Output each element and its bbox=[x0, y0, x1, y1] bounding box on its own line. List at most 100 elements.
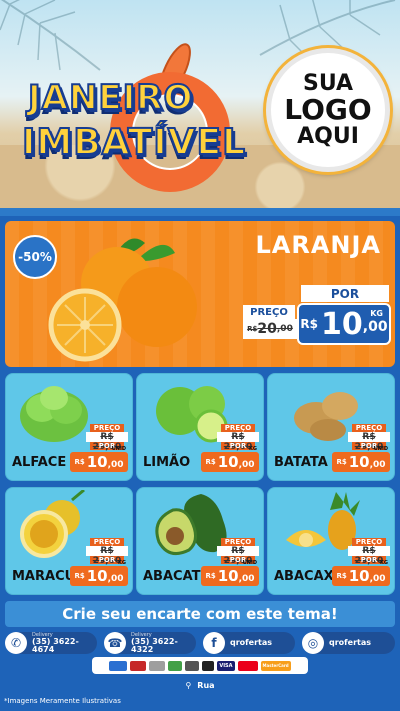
price-int: 10 bbox=[348, 567, 370, 585]
contact-label: Delivery bbox=[131, 631, 152, 638]
title-line-2: IMBATÍVEL bbox=[21, 121, 247, 164]
orange-fruit-icon bbox=[48, 238, 197, 362]
product-card-abacaxi[interactable]: PREÇO R$ 20,00 POR ABACAXI R$ 10 ,00 KG bbox=[267, 487, 395, 595]
card-icon bbox=[168, 660, 183, 671]
preco-label: PREÇO bbox=[243, 305, 295, 319]
price-currency: R$ bbox=[74, 572, 85, 580]
old-price: R$ 20,00 bbox=[86, 546, 128, 566]
lettuce-icon bbox=[20, 386, 88, 442]
hero-product-name: LARANJA bbox=[255, 231, 381, 259]
price-currency: R$ bbox=[336, 458, 347, 466]
title-line-1: JANEIRO bbox=[27, 77, 194, 119]
product-card-alface[interactable]: PREÇO R$ 20,00 POR ALFACE R$ 10 ,00 UNID bbox=[5, 373, 133, 481]
price-unit: KG bbox=[249, 446, 257, 452]
old-price: R$ 20,00 bbox=[348, 432, 390, 452]
phone-icon: ☎ bbox=[104, 632, 126, 654]
old-price: R$ 20 ,00 bbox=[243, 319, 297, 339]
contact-label: Delivery bbox=[32, 631, 53, 638]
price-unit: KG bbox=[370, 309, 383, 318]
hero-product-card[interactable]: -50% LARANJA POR PREÇO R$ 20 ,00 R$ 10 ,… bbox=[5, 221, 395, 367]
price-int: 10 bbox=[86, 453, 108, 471]
location-pin-icon: ⚲ bbox=[185, 680, 192, 690]
price-currency: R$ bbox=[74, 458, 85, 466]
old-price: R$ 20,00 bbox=[217, 432, 259, 452]
price-dec: ,00 bbox=[369, 574, 386, 584]
facebook-handle: qrofertas bbox=[230, 638, 273, 647]
price-dec: ,00 bbox=[238, 460, 255, 470]
new-price-int: 10 bbox=[321, 306, 363, 342]
preco-label: PREÇO bbox=[90, 538, 124, 546]
phone-contact[interactable]: ☎ Delivery (35) 3622-4322 bbox=[104, 632, 196, 654]
address: ⚲ Rua bbox=[150, 678, 250, 692]
header-divider bbox=[0, 208, 400, 216]
mastercard-label: MasterCard bbox=[260, 660, 291, 671]
preco-label: PREÇO bbox=[221, 538, 255, 546]
price-int: 10 bbox=[217, 453, 239, 471]
price-dec: ,00 bbox=[107, 574, 124, 584]
new-price: R$ 10 ,00 KG bbox=[332, 560, 390, 586]
mastercard-icon bbox=[237, 660, 258, 671]
product-card-limao[interactable]: PREÇO R$ 20,00 POR LIMÃO R$ 10 ,00 KG bbox=[136, 373, 264, 481]
palm-leaf-icon bbox=[0, 0, 101, 71]
price-int: 10 bbox=[217, 567, 239, 585]
preco-label: PREÇO bbox=[221, 424, 255, 432]
card-icon bbox=[130, 660, 147, 671]
product-card-batata[interactable]: PREÇO R$ 20,00 POR BATATA R$ 10 ,00 UNID bbox=[267, 373, 395, 481]
price-currency: R$ bbox=[205, 458, 216, 466]
card-icon bbox=[202, 660, 215, 671]
product-name: ABACATE bbox=[143, 569, 210, 584]
preco-label: PREÇO bbox=[90, 424, 124, 432]
old-price-currency: R$ bbox=[247, 325, 258, 333]
whatsapp-contact[interactable]: ✆ Delivery (35) 3622-4674 bbox=[5, 632, 97, 654]
price-currency: R$ bbox=[336, 572, 347, 580]
product-card-maracuja[interactable]: PREÇO R$ 20,00 POR MARACUJÁ R$ 10 ,00 KG bbox=[5, 487, 133, 595]
logo-line-2: LOGO bbox=[284, 93, 372, 127]
logo-line-3: AQUI bbox=[297, 123, 359, 149]
preco-label: PREÇO bbox=[352, 424, 386, 432]
new-price-currency: R$ bbox=[300, 317, 319, 331]
facebook-contact[interactable]: f qrofertas bbox=[203, 632, 295, 654]
old-price-int: 20 bbox=[257, 321, 277, 337]
cta-banner[interactable]: Crie seu encarte com este tema! bbox=[5, 601, 395, 627]
payment-methods: VISA MasterCard bbox=[92, 657, 308, 674]
product-card-abacate[interactable]: PREÇO R$ 20,00 POR ABACATE R$ 10 ,00 UNI… bbox=[136, 487, 264, 595]
old-price: R$ 20,00 bbox=[86, 432, 128, 452]
whatsapp-icon: ✆ bbox=[5, 632, 27, 654]
address-text: Rua bbox=[197, 680, 215, 690]
old-price-dec: ,00 bbox=[276, 324, 293, 334]
card-icon bbox=[185, 660, 200, 671]
instagram-handle: qrofertas bbox=[329, 638, 372, 647]
product-name: LIMÃO bbox=[143, 455, 191, 470]
facebook-icon: f bbox=[203, 632, 225, 654]
price-unit: UNID bbox=[111, 446, 126, 452]
logo-placeholder: SUA LOGO AQUI bbox=[266, 48, 390, 172]
instagram-contact[interactable]: ◎ qrofertas bbox=[302, 632, 395, 654]
new-price: R$ 10 ,00 UNID bbox=[332, 446, 390, 472]
old-price: R$ 20,00 bbox=[217, 546, 259, 566]
card-icon bbox=[109, 660, 128, 671]
price-dec: ,00 bbox=[238, 574, 255, 584]
price-unit: KG bbox=[380, 560, 388, 566]
price-unit: KG bbox=[118, 560, 126, 566]
price-unit: UNID bbox=[373, 446, 388, 452]
new-price: R$ 10 ,00 KG bbox=[70, 560, 128, 586]
new-price-dec: ,00 bbox=[362, 319, 388, 335]
price-int: 10 bbox=[348, 453, 370, 471]
old-price: R$ 20,00 bbox=[348, 546, 390, 566]
price-unit: UNID bbox=[242, 560, 257, 566]
new-price: R$ 10 ,00 KG bbox=[297, 303, 391, 345]
price-int: 10 bbox=[86, 567, 108, 585]
card-icon bbox=[149, 660, 166, 671]
header-banner: JANEIRO IMBATÍVEL SUA LOGO AQUI bbox=[0, 0, 400, 215]
price-currency: R$ bbox=[205, 572, 216, 580]
product-name: BATATA bbox=[274, 455, 328, 470]
disclaimer: *Imagens Meramente Ilustrativas bbox=[4, 697, 121, 705]
campaign-title: JANEIRO IMBATÍVEL bbox=[21, 70, 262, 192]
logo-line-1: SUA bbox=[302, 71, 354, 97]
product-name: ABACAXI bbox=[274, 569, 339, 584]
product-name: ALFACE bbox=[12, 455, 67, 470]
new-price: R$ 10 ,00 UNID bbox=[70, 446, 128, 472]
new-price: R$ 10 ,00 KG bbox=[201, 446, 259, 472]
price-dec: ,00 bbox=[369, 460, 386, 470]
hero-price-box: POR PREÇO R$ 20 ,00 R$ 10 ,00 KG bbox=[239, 285, 391, 363]
